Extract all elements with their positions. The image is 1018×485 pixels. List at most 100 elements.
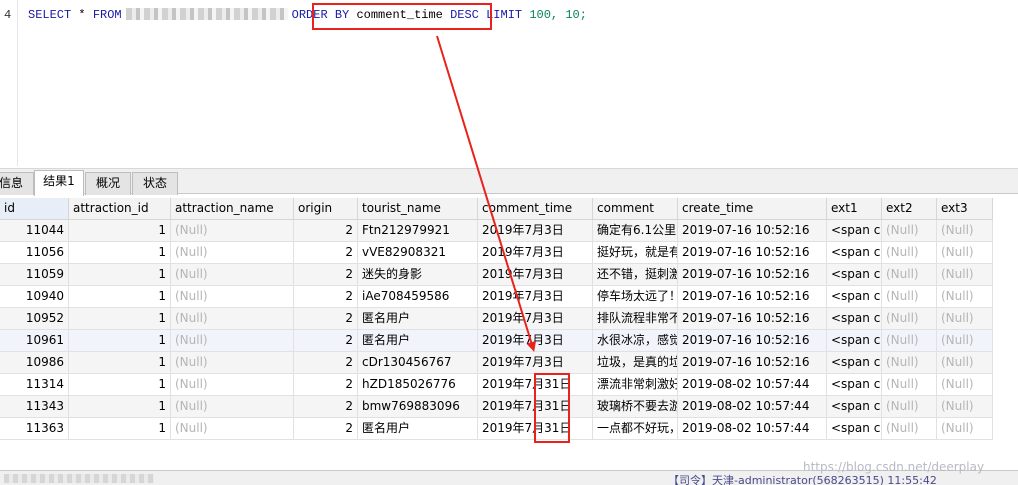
table-row[interactable]: 11363 1 (Null) 2 匿名用户 2019年7月31日 一点都不好玩， 2019-0… bbox=[0, 418, 993, 440]
cell-comment[interactable]: 挺好玩，就是有 bbox=[593, 242, 678, 264]
column-header-attraction-name[interactable]: attraction_name bbox=[171, 198, 294, 220]
cell-id[interactable]: 11314 bbox=[0, 374, 69, 396]
cell-attraction-id[interactable]: 1 bbox=[69, 220, 171, 242]
cell-ext2[interactable]: (Null) bbox=[882, 308, 937, 330]
cell-tourist-name[interactable]: 匿名用户 bbox=[358, 418, 478, 440]
cell-attraction-id[interactable]: 1 bbox=[69, 330, 171, 352]
cell-origin[interactable]: 2 bbox=[294, 308, 358, 330]
cell-create-time[interactable]: 2019-07-16 10:52:16 bbox=[678, 308, 827, 330]
cell-ext3[interactable]: (Null) bbox=[937, 330, 993, 352]
cell-tourist-name[interactable]: bmw769883096 bbox=[358, 396, 478, 418]
cell-create-time[interactable]: 2019-08-02 10:57:44 bbox=[678, 374, 827, 396]
cell-attraction-id[interactable]: 1 bbox=[69, 286, 171, 308]
cell-tourist-name[interactable]: Ftn212979921 bbox=[358, 220, 478, 242]
cell-attraction-id[interactable]: 1 bbox=[69, 242, 171, 264]
cell-attraction-name[interactable]: (Null) bbox=[171, 286, 294, 308]
cell-comment-time[interactable]: 2019年7月3日 bbox=[478, 330, 593, 352]
table-row[interactable]: 10986 1 (Null) 2 cDr130456767 2019年7月3日 垃圾，是真的… bbox=[0, 352, 993, 374]
cell-ext3[interactable]: (Null) bbox=[937, 242, 993, 264]
cell-attraction-id[interactable]: 1 bbox=[69, 396, 171, 418]
cell-ext2[interactable]: (Null) bbox=[882, 220, 937, 242]
cell-comment[interactable]: 一点都不好玩， bbox=[593, 418, 678, 440]
cell-origin[interactable]: 2 bbox=[294, 242, 358, 264]
cell-ext1[interactable]: <span cl bbox=[827, 418, 882, 440]
column-header-comment-time[interactable]: comment_time bbox=[478, 198, 593, 220]
cell-comment-time[interactable]: 2019年7月31日 bbox=[478, 374, 593, 396]
cell-attraction-name[interactable]: (Null) bbox=[171, 374, 294, 396]
cell-comment-time[interactable]: 2019年7月3日 bbox=[478, 308, 593, 330]
cell-ext3[interactable]: (Null) bbox=[937, 220, 993, 242]
cell-create-time[interactable]: 2019-07-16 10:52:16 bbox=[678, 264, 827, 286]
cell-attraction-name[interactable]: (Null) bbox=[171, 330, 294, 352]
cell-ext1[interactable]: <span cl bbox=[827, 220, 882, 242]
tab-info[interactable]: 信息 bbox=[0, 172, 34, 195]
cell-attraction-id[interactable]: 1 bbox=[69, 308, 171, 330]
cell-attraction-name[interactable]: (Null) bbox=[171, 308, 294, 330]
cell-create-time[interactable]: 2019-08-02 10:57:44 bbox=[678, 396, 827, 418]
cell-comment[interactable]: 还不错，挺刺激 bbox=[593, 264, 678, 286]
table-row[interactable]: 11314 1 (Null) 2 hZD185026776 2019年7月31日 漂流非常刺… bbox=[0, 374, 993, 396]
cell-attraction-id[interactable]: 1 bbox=[69, 264, 171, 286]
cell-comment[interactable]: 排队流程非常不 bbox=[593, 308, 678, 330]
tab-status[interactable]: 状态 bbox=[132, 172, 178, 195]
cell-comment-time[interactable]: 2019年7月3日 bbox=[478, 220, 593, 242]
cell-attraction-id[interactable]: 1 bbox=[69, 374, 171, 396]
cell-comment[interactable]: 确定有6.1公里5 bbox=[593, 220, 678, 242]
cell-origin[interactable]: 2 bbox=[294, 286, 358, 308]
cell-id[interactable]: 10986 bbox=[0, 352, 69, 374]
cell-tourist-name[interactable]: vVE82908321 bbox=[358, 242, 478, 264]
cell-ext2[interactable]: (Null) bbox=[882, 242, 937, 264]
column-header-id[interactable]: id bbox=[0, 198, 69, 220]
cell-ext1[interactable]: <span cl bbox=[827, 330, 882, 352]
cell-tourist-name[interactable]: 匿名用户 bbox=[358, 330, 478, 352]
cell-id[interactable]: 11059 bbox=[0, 264, 69, 286]
cell-tourist-name[interactable]: cDr130456767 bbox=[358, 352, 478, 374]
cell-ext1[interactable]: <span cl bbox=[827, 286, 882, 308]
table-row[interactable]: 10952 1 (Null) 2 匿名用户 2019年7月3日 排队流程非常不 2019-07… bbox=[0, 308, 993, 330]
cell-comment[interactable]: 玻璃桥不要去游 bbox=[593, 396, 678, 418]
column-header-create-time[interactable]: create_time bbox=[678, 198, 827, 220]
cell-attraction-name[interactable]: (Null) bbox=[171, 418, 294, 440]
cell-ext2[interactable]: (Null) bbox=[882, 396, 937, 418]
cell-comment[interactable]: 停车场太远了！ bbox=[593, 286, 678, 308]
cell-id[interactable]: 11044 bbox=[0, 220, 69, 242]
cell-id[interactable]: 10952 bbox=[0, 308, 69, 330]
cell-origin[interactable]: 2 bbox=[294, 418, 358, 440]
cell-tourist-name[interactable]: 匿名用户 bbox=[358, 308, 478, 330]
cell-create-time[interactable]: 2019-07-16 10:52:16 bbox=[678, 220, 827, 242]
sql-statement[interactable]: SELECT * FROM ORDER BY comment_time DESC … bbox=[28, 8, 587, 23]
cell-origin[interactable]: 2 bbox=[294, 396, 358, 418]
cell-comment-time[interactable]: 2019年7月3日 bbox=[478, 264, 593, 286]
cell-ext3[interactable]: (Null) bbox=[937, 374, 993, 396]
cell-id[interactable]: 11056 bbox=[0, 242, 69, 264]
column-header-origin[interactable]: origin bbox=[294, 198, 358, 220]
cell-attraction-name[interactable]: (Null) bbox=[171, 396, 294, 418]
cell-ext3[interactable]: (Null) bbox=[937, 308, 993, 330]
table-row[interactable]: 11059 1 (Null) 2 迷失的身影 2019年7月3日 还不错，挺刺激 2019-0… bbox=[0, 264, 993, 286]
tab-result1[interactable]: 结果1 bbox=[34, 170, 84, 196]
cell-origin[interactable]: 2 bbox=[294, 220, 358, 242]
cell-comment[interactable]: 漂流非常刺激好 bbox=[593, 374, 678, 396]
cell-ext1[interactable]: <span cl bbox=[827, 396, 882, 418]
cell-tourist-name[interactable]: iAe708459586 bbox=[358, 286, 478, 308]
cell-ext2[interactable]: (Null) bbox=[882, 374, 937, 396]
table-row[interactable]: 11044 1 (Null) 2 Ftn212979921 2019年7月3日 确定有6.1… bbox=[0, 220, 993, 242]
cell-id[interactable]: 10961 bbox=[0, 330, 69, 352]
cell-ext3[interactable]: (Null) bbox=[937, 418, 993, 440]
cell-ext2[interactable]: (Null) bbox=[882, 352, 937, 374]
cell-ext1[interactable]: <span cl bbox=[827, 242, 882, 264]
column-header-ext1[interactable]: ext1 bbox=[827, 198, 882, 220]
cell-origin[interactable]: 2 bbox=[294, 264, 358, 286]
table-row[interactable]: 10940 1 (Null) 2 iAe708459586 2019年7月3日 停车场太远了… bbox=[0, 286, 993, 308]
cell-attraction-id[interactable]: 1 bbox=[69, 352, 171, 374]
cell-comment[interactable]: 水很冰凉，感觉 bbox=[593, 330, 678, 352]
cell-ext3[interactable]: (Null) bbox=[937, 264, 993, 286]
cell-id[interactable]: 10940 bbox=[0, 286, 69, 308]
cell-ext3[interactable]: (Null) bbox=[937, 396, 993, 418]
cell-comment-time[interactable]: 2019年7月31日 bbox=[478, 418, 593, 440]
cell-comment-time[interactable]: 2019年7月3日 bbox=[478, 352, 593, 374]
cell-ext1[interactable]: <span cl bbox=[827, 374, 882, 396]
cell-comment[interactable]: 垃圾，是真的垃 bbox=[593, 352, 678, 374]
tab-overview[interactable]: 概况 bbox=[85, 172, 131, 195]
cell-attraction-id[interactable]: 1 bbox=[69, 418, 171, 440]
